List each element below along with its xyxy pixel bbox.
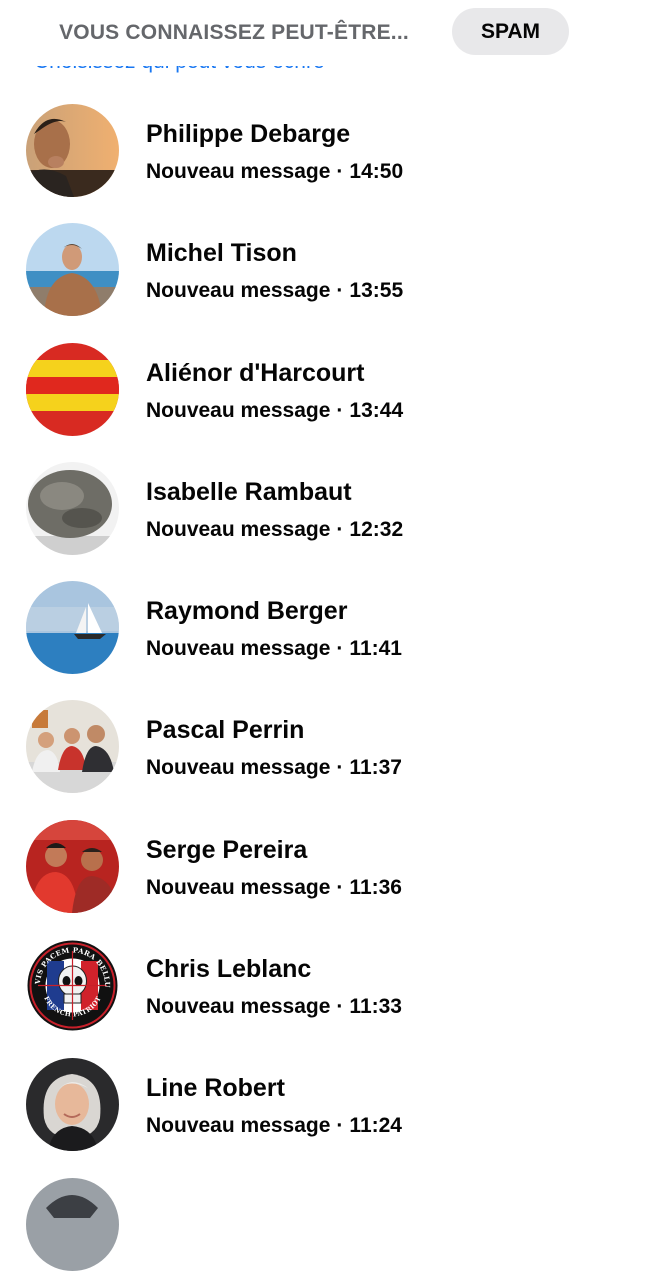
tab-you-may-know[interactable]: VOUS CONNAISSEZ PEUT-ÊTRE... (38, 10, 430, 56)
message-preview: Nouveau message · 11:41 (146, 637, 402, 661)
avatar (26, 104, 119, 197)
message-preview: Nouveau message · 11:36 (146, 875, 402, 899)
conversation-row[interactable]: Philippe Debarge Nouveau message · 14:50 (0, 92, 646, 211)
conversation-row[interactable]: Serge Pereira Nouveau message · 11:36 (0, 808, 646, 927)
status-text: Nouveau message (146, 995, 331, 1019)
timestamp: 11:24 (349, 1114, 402, 1138)
conversation-row[interactable]: Line Robert Nouveau message · 11:24 (0, 1046, 646, 1165)
conversation-list: Philippe Debarge Nouveau message · 14:50 M… (0, 92, 646, 1285)
conversation-row[interactable]: Isabelle Rambaut Nouveau message · 12:32 (0, 450, 646, 569)
contact-name: Aliénor d'Harcourt (146, 358, 365, 387)
message-preview: Nouveau message · 11:33 (146, 995, 402, 1019)
avatar (26, 223, 119, 317)
status-text: Nouveau message (146, 1114, 331, 1138)
status-text: Nouveau message (146, 279, 331, 303)
status-text: Nouveau message (146, 160, 331, 183)
status-text: Nouveau message (146, 875, 331, 899)
contact-name: Raymond Berger (146, 597, 348, 626)
contact-name: Michel Tison (146, 239, 297, 268)
status-text: Nouveau message (146, 637, 331, 661)
timestamp: 13:44 (349, 398, 404, 422)
status-text: Nouveau message (146, 398, 331, 422)
contact-name: Serge Pereira (146, 835, 308, 864)
conversation-row[interactable]: Michel Tison Nouveau message · 13:55 (0, 211, 646, 330)
tab-spam[interactable]: SPAM (452, 8, 569, 55)
message-preview: Nouveau message · 11:24 (146, 1114, 402, 1138)
status-text: Nouveau message (146, 756, 331, 780)
avatar (26, 461, 119, 555)
message-preview: Nouveau message · 12:32 (146, 517, 404, 541)
message-preview: Nouveau message · 13:55 (146, 279, 404, 303)
timestamp: 13:55 (349, 279, 404, 303)
contact-name: Line Robert (146, 1074, 285, 1103)
filter-tabs: VOUS CONNAISSEZ PEUT-ÊTRE... SPAM (0, 0, 646, 66)
avatar (26, 700, 119, 794)
avatar: SI VIS PACEM PARA BELLUM FRENCH PATRIOT (26, 939, 119, 1033)
conversation-row[interactable]: Pascal Perrin Nouveau message · 11:37 (0, 688, 646, 807)
contact-name: Pascal Perrin (146, 716, 305, 745)
contact-name: Chris Leblanc (146, 955, 312, 984)
timestamp: 11:37 (349, 756, 402, 780)
timestamp: 14:50 (349, 160, 404, 183)
contact-name: Isabelle Rambaut (146, 477, 352, 506)
timestamp: 12:32 (349, 517, 404, 541)
conversation-row[interactable] (0, 1166, 646, 1285)
avatar (26, 1177, 119, 1271)
timestamp: 11:41 (349, 637, 402, 661)
avatar (26, 819, 119, 913)
status-text: Nouveau message (146, 517, 331, 541)
avatar (26, 342, 119, 436)
conversation-row[interactable]: SI VIS PACEM PARA BELLUM FRENCH PATRIOT … (0, 927, 646, 1046)
message-preview: Nouveau message · 14:50 (146, 160, 404, 183)
avatar (26, 581, 119, 675)
message-preview: Nouveau message · 11:37 (146, 756, 402, 780)
conversation-row[interactable]: Aliénor d'Harcourt Nouveau message · 13:44 (0, 331, 646, 450)
timestamp: 11:33 (349, 995, 402, 1019)
conversation-row[interactable]: Raymond Berger Nouveau message · 11:41 (0, 569, 646, 688)
avatar (26, 1058, 119, 1152)
message-preview: Nouveau message · 13:44 (146, 398, 404, 422)
timestamp: 11:36 (349, 875, 402, 899)
contact-name: Philippe Debarge (146, 120, 351, 148)
